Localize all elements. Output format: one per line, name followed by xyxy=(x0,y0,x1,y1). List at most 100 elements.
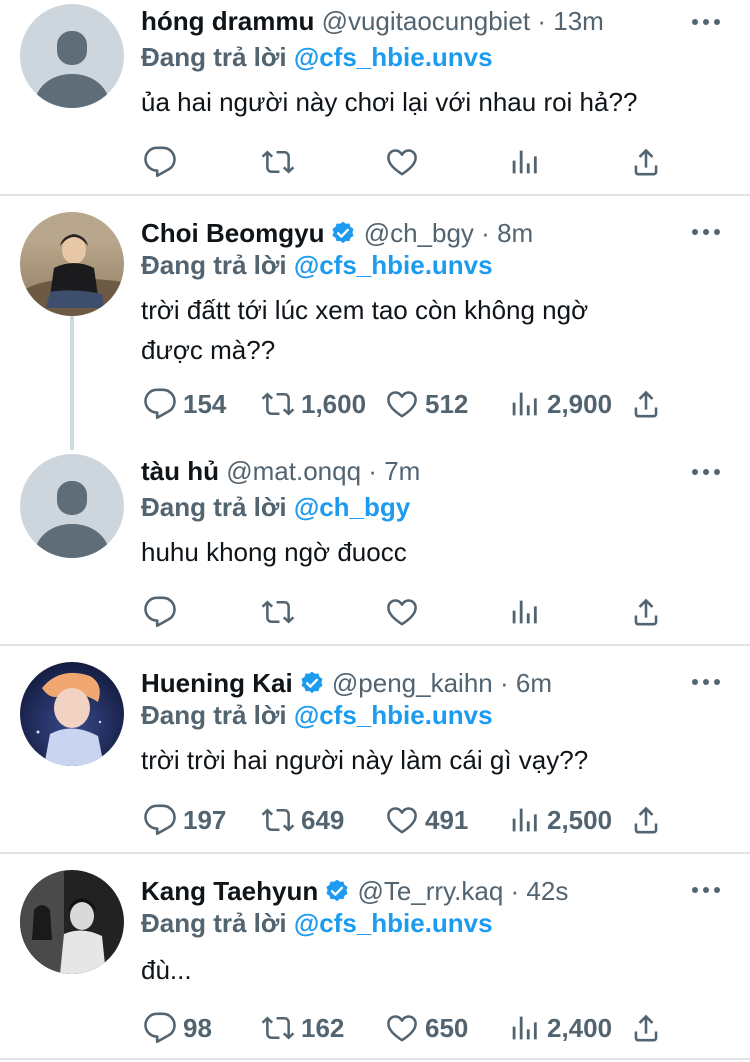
retweet-icon xyxy=(261,1011,295,1045)
share-button[interactable] xyxy=(629,1010,663,1046)
tweet-actions xyxy=(141,594,701,630)
user-handle[interactable]: @vugitaocungbiet xyxy=(322,6,531,36)
reply-count: 154 xyxy=(183,388,227,419)
retweet-icon xyxy=(261,387,295,421)
retweet-button[interactable]: 162 xyxy=(261,1010,344,1046)
share-button[interactable] xyxy=(629,144,663,180)
tweet-text: trời đấtt tới lúc xem tao còn không ngờ … xyxy=(141,290,710,370)
views-icon xyxy=(507,145,541,179)
timestamp[interactable]: 42s xyxy=(526,876,568,906)
views-button[interactable] xyxy=(507,144,541,180)
retweet-button[interactable]: 649 xyxy=(261,802,344,838)
replying-to-handle[interactable]: @cfs_hbie.unvs xyxy=(294,700,493,730)
views-icon xyxy=(507,595,541,629)
user-handle[interactable]: @ch_bgy xyxy=(364,218,474,248)
retweet-icon xyxy=(261,803,295,837)
timestamp[interactable]: 13m xyxy=(553,6,604,36)
retweet-button[interactable] xyxy=(261,594,295,630)
user-handle[interactable]: @peng_kaihn xyxy=(332,668,493,698)
like-count: 512 xyxy=(425,388,469,419)
avatar[interactable] xyxy=(20,870,124,974)
views-count: 2,400 xyxy=(547,1012,613,1043)
replying-to-handle[interactable]: @cfs_hbie.unvs xyxy=(294,250,493,280)
user-handle[interactable]: @Te_rry.kaq xyxy=(357,876,503,906)
views-button[interactable]: 2,900 xyxy=(507,386,612,422)
default-avatar-icon xyxy=(20,454,124,558)
tweet-text: huhu khong ngờ đuocc xyxy=(141,532,710,572)
retweet-button[interactable]: 1,600 xyxy=(261,386,366,422)
reply-button[interactable] xyxy=(143,594,177,630)
replying-to: Đang trả lời @cfs_hbie.unvs xyxy=(141,40,493,74)
timestamp[interactable]: 7m xyxy=(384,456,420,486)
replying-to: Đang trả lời @cfs_hbie.unvs xyxy=(141,248,493,282)
like-button[interactable] xyxy=(385,594,419,630)
share-icon xyxy=(629,1011,663,1045)
share-button[interactable] xyxy=(629,594,663,630)
tweet-header: Huening Kai @peng_kaihn · 6m xyxy=(141,666,690,700)
verified-badge-icon xyxy=(299,670,325,696)
more-icon[interactable] xyxy=(692,10,720,34)
user-handle[interactable]: @mat.onqq xyxy=(226,456,361,486)
display-name[interactable]: Kang Taehyun xyxy=(141,876,318,906)
reply-icon xyxy=(143,595,177,629)
verified-badge-icon xyxy=(324,878,350,904)
share-icon xyxy=(629,803,663,837)
replying-to-handle[interactable]: @ch_bgy xyxy=(294,492,410,522)
like-button[interactable]: 512 xyxy=(385,386,468,422)
separator-dot: · xyxy=(510,876,520,906)
like-button[interactable]: 650 xyxy=(385,1010,468,1046)
tweet-header: hóng drammu @vugitaocungbiet · 13m xyxy=(141,4,690,38)
timestamp[interactable]: 6m xyxy=(516,668,552,698)
views-count: 2,500 xyxy=(547,804,613,835)
profile-photo xyxy=(20,212,124,316)
replying-to-handle[interactable]: @cfs_hbie.unvs xyxy=(294,908,493,938)
replying-to-handle[interactable]: @cfs_hbie.unvs xyxy=(294,42,493,72)
like-button[interactable] xyxy=(385,144,419,180)
share-icon xyxy=(629,387,663,421)
views-button[interactable] xyxy=(507,594,541,630)
like-count: 650 xyxy=(425,1012,469,1043)
replying-to: Đang trả lời @cfs_hbie.unvs xyxy=(141,906,493,940)
tweet-actions: 197 649 491 2,500 xyxy=(141,802,701,838)
reply-button[interactable]: 197 xyxy=(143,802,226,838)
tweet-header: Kang Taehyun @Te_rry.kaq · 42s xyxy=(141,874,690,908)
reply-icon xyxy=(143,1011,177,1045)
avatar[interactable] xyxy=(20,212,124,316)
share-button[interactable] xyxy=(629,386,663,422)
display-name[interactable]: Huening Kai xyxy=(141,668,293,698)
like-count: 491 xyxy=(425,804,469,835)
like-button[interactable]: 491 xyxy=(385,802,468,838)
retweet-count: 162 xyxy=(301,1012,345,1043)
like-icon xyxy=(385,595,419,629)
more-icon[interactable] xyxy=(692,220,720,244)
separator-dot: · xyxy=(500,668,509,698)
more-icon[interactable] xyxy=(692,878,720,902)
views-button[interactable]: 2,500 xyxy=(507,802,612,838)
views-button[interactable]: 2,400 xyxy=(507,1010,612,1046)
share-button[interactable] xyxy=(629,802,663,838)
replying-to-label: Đang trả lời xyxy=(141,908,287,938)
more-icon[interactable] xyxy=(692,460,720,484)
default-avatar-icon xyxy=(20,4,124,108)
display-name[interactable]: tàu hủ xyxy=(141,456,219,486)
divider xyxy=(0,194,750,196)
reply-button[interactable]: 98 xyxy=(143,1010,212,1046)
retweet-button[interactable] xyxy=(261,144,295,180)
tweet-actions: 154 1,600 512 2,900 xyxy=(141,386,701,422)
replying-to-label: Đang trả lời xyxy=(141,250,287,280)
avatar[interactable] xyxy=(20,662,124,766)
separator-dot: · xyxy=(368,456,377,486)
avatar[interactable] xyxy=(20,4,124,108)
display-name[interactable]: Choi Beomgyu xyxy=(141,218,324,248)
timestamp[interactable]: 8m xyxy=(497,218,533,248)
reply-button[interactable] xyxy=(143,144,177,180)
tweet-actions: 98 162 650 2,400 xyxy=(141,1010,701,1046)
more-icon[interactable] xyxy=(692,670,720,694)
reply-icon xyxy=(143,145,177,179)
retweet-icon xyxy=(261,595,295,629)
views-icon xyxy=(507,803,541,837)
display-name[interactable]: hóng drammu xyxy=(141,6,314,36)
tweet-text-line: ủa hai người này chơi lại với nhau roi h… xyxy=(141,87,638,117)
reply-button[interactable]: 154 xyxy=(143,386,226,422)
avatar[interactable] xyxy=(20,454,124,558)
